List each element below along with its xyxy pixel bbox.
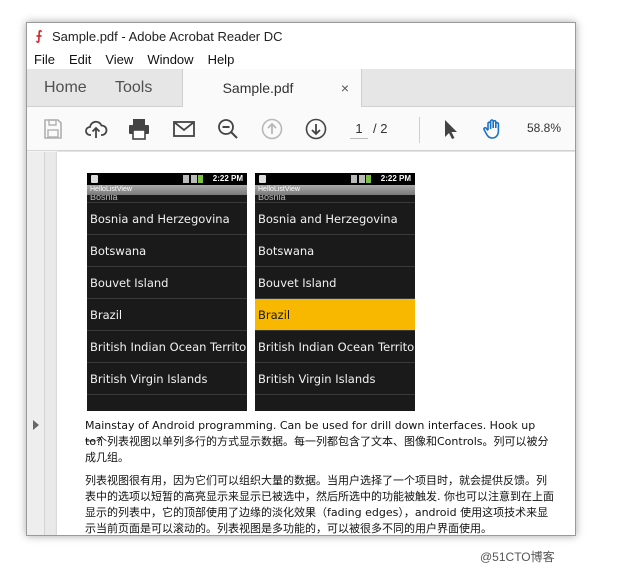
list-item[interactable]: Bosnia and Herzegovina bbox=[255, 203, 415, 235]
country-list: Bosnia Bosnia and Herzegovina Botswana B… bbox=[255, 195, 415, 395]
doc-paragraph-2: 列表视图很有用，因为它们可以组织大量的数据。当用户选择了一个项目时，就会提供反馈… bbox=[85, 474, 554, 535]
print-icon[interactable] bbox=[127, 117, 151, 141]
country-list: Bosnia Bosnia and Herzegovina Botswana B… bbox=[87, 195, 247, 395]
next-page-icon[interactable] bbox=[304, 117, 328, 141]
close-tab-icon[interactable]: × bbox=[337, 69, 353, 107]
usb-icon bbox=[259, 175, 266, 183]
screenshot-frame: ⨍ Sample.pdf - Adobe Acrobat Reader DC F… bbox=[0, 0, 617, 576]
menu-help[interactable]: Help bbox=[201, 52, 242, 67]
list-item[interactable]: Botswana bbox=[255, 235, 415, 267]
zoom-out-icon[interactable] bbox=[216, 117, 240, 141]
list-item-selected[interactable]: Brazil bbox=[255, 299, 415, 331]
watermark: @51CTO博客 bbox=[480, 550, 555, 564]
signal-icon bbox=[183, 175, 203, 183]
usb-icon bbox=[91, 175, 98, 183]
signal-icon bbox=[351, 175, 371, 183]
tab-document-label: Sample.pdf bbox=[222, 80, 294, 96]
acrobat-logo-icon: ⨍ bbox=[35, 28, 43, 43]
select-cursor-icon[interactable] bbox=[438, 117, 462, 141]
tab-document[interactable]: Sample.pdf × bbox=[182, 69, 362, 108]
tabs-bar: Home Tools Sample.pdf × bbox=[27, 69, 575, 108]
status-time: 2:22 PM bbox=[212, 174, 243, 183]
toolbar-divider bbox=[419, 117, 420, 143]
toolbar: 1 / 2 58.8% bbox=[27, 107, 575, 151]
page-number-input[interactable]: 1 bbox=[350, 121, 368, 139]
tab-tools[interactable]: Tools bbox=[115, 69, 152, 107]
acrobat-window: ⨍ Sample.pdf - Adobe Acrobat Reader DC F… bbox=[26, 22, 576, 536]
title-bar: ⨍ Sample.pdf - Adobe Acrobat Reader DC bbox=[27, 23, 575, 49]
list-item[interactable]: Bosnia and Herzegovina bbox=[87, 203, 247, 235]
list-item-partial: Bosnia bbox=[255, 195, 415, 203]
window-title: Sample.pdf - Adobe Acrobat Reader DC bbox=[52, 28, 283, 44]
zoom-level[interactable]: 58.8% bbox=[527, 121, 561, 135]
phone-status-bar: 2:22 PM bbox=[255, 173, 415, 185]
list-item[interactable]: Bouvet Island bbox=[87, 267, 247, 299]
list-item-partial: Bosnia bbox=[87, 195, 247, 203]
previous-page-icon[interactable] bbox=[260, 117, 284, 141]
menu-window[interactable]: Window bbox=[140, 52, 200, 67]
page-total: / 2 bbox=[373, 121, 388, 136]
status-time: 2:22 PM bbox=[380, 174, 411, 183]
save-icon[interactable] bbox=[41, 117, 65, 141]
tab-home[interactable]: Home bbox=[44, 69, 87, 107]
app-title: HelloListView bbox=[87, 185, 247, 195]
list-item[interactable]: British Indian Ocean Territory bbox=[255, 331, 415, 363]
email-icon[interactable] bbox=[172, 117, 196, 141]
list-item[interactable]: Brazil bbox=[87, 299, 247, 331]
menu-view[interactable]: View bbox=[98, 52, 140, 67]
list-item[interactable]: British Virgin Islands bbox=[87, 363, 247, 395]
navigation-pane bbox=[27, 152, 45, 535]
cloud-upload-icon[interactable] bbox=[84, 117, 108, 141]
app-title: HelloListView bbox=[255, 185, 415, 195]
phone-screenshot-1: 2:22 PM HelloListView Bosnia Bosnia and … bbox=[87, 173, 247, 411]
document-area: 2:22 PM HelloListView Bosnia Bosnia and … bbox=[27, 152, 575, 535]
expand-panel-icon[interactable] bbox=[33, 420, 39, 430]
doc-paragraph-1: 一个列表视图以单列多行的方式显示数据。每一列都包含了文本、图像和Controls… bbox=[85, 435, 549, 464]
menu-file[interactable]: File bbox=[27, 52, 62, 67]
phone-screenshot-2: 2:22 PM HelloListView Bosnia Bosnia and … bbox=[255, 173, 415, 411]
menu-bar: File Edit View Window Help bbox=[27, 49, 575, 69]
phone-status-bar: 2:22 PM bbox=[87, 173, 247, 185]
pdf-page: 2:22 PM HelloListView Bosnia Bosnia and … bbox=[57, 152, 575, 535]
list-item[interactable]: Bouvet Island bbox=[255, 267, 415, 299]
list-item[interactable]: Botswana bbox=[87, 235, 247, 267]
hand-tool-icon[interactable] bbox=[481, 117, 505, 141]
list-item[interactable]: British Indian Ocean Territory bbox=[87, 331, 247, 363]
menu-edit[interactable]: Edit bbox=[62, 52, 98, 67]
list-item[interactable]: British Virgin Islands bbox=[255, 363, 415, 395]
